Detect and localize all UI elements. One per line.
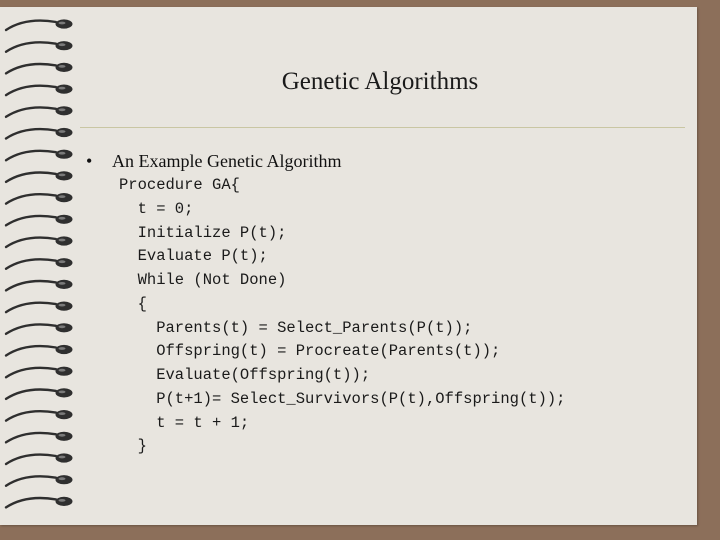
code-line: }	[119, 437, 147, 456]
binding-ring-icon	[4, 279, 73, 292]
slide-paper: Genetic Algorithms • An Example Genetic A…	[0, 7, 697, 525]
code-line: Procedure GA{	[119, 176, 240, 194]
binding-ring-icon	[4, 62, 73, 75]
binding-ring-icon	[4, 149, 73, 162]
binding-ring-icon	[4, 214, 73, 227]
slide-title: Genetic Algorithms	[281, 68, 479, 95]
binding-ring-icon	[4, 236, 73, 249]
binding-ring-icon	[4, 496, 73, 509]
code-line: Evaluate(Offspring(t));	[119, 366, 371, 384]
code-line: Parents(t) = Select_Parents(P(t));	[119, 318, 473, 337]
binding-ring-icon	[4, 344, 73, 357]
binding-ring-icon	[4, 41, 73, 53]
code-line: Offspring(t) = Procreate(Parents(t));	[119, 342, 501, 361]
code-block: Procedure GA{ t = 0; Initialize P(t); Ev…	[119, 174, 565, 459]
binding-ring-icon	[4, 193, 73, 205]
binding-ring-icon	[4, 84, 73, 97]
bullet-dot: •	[86, 151, 93, 171]
code-line: t = t + 1;	[119, 413, 250, 432]
binding-ring-icon	[4, 388, 73, 401]
binding-ring-icon	[4, 366, 73, 379]
binding-ring-icon	[4, 258, 73, 270]
binding-ring-icon	[4, 19, 73, 32]
binding-ring-icon	[4, 323, 73, 335]
binding-ring-icon	[4, 410, 73, 422]
code-line: P(t+1)= Select_Survivors(P(t),Offspring(…	[119, 389, 566, 408]
code-line: t = 0;	[119, 199, 194, 218]
binding-ring-icon	[4, 106, 73, 118]
code-line: While (Not Done)	[119, 271, 287, 289]
binding-ring-icon	[4, 475, 73, 487]
binding-ring-icon	[4, 453, 73, 466]
binding-ring-icon	[4, 171, 73, 184]
bullet-text: An Example Genetic Algorithm	[112, 151, 342, 171]
binding-ring-icon	[4, 431, 73, 444]
binding-ring-icon	[4, 301, 73, 314]
code-line: {	[119, 294, 147, 313]
binding-ring-icon	[4, 127, 73, 140]
bullet-item: • An Example Genetic Algorithm	[86, 150, 341, 172]
title-divider	[80, 127, 685, 128]
code-line: Initialize P(t);	[119, 223, 287, 242]
code-line: Evaluate P(t);	[119, 247, 268, 266]
spiral-binding-icon	[4, 19, 73, 509]
